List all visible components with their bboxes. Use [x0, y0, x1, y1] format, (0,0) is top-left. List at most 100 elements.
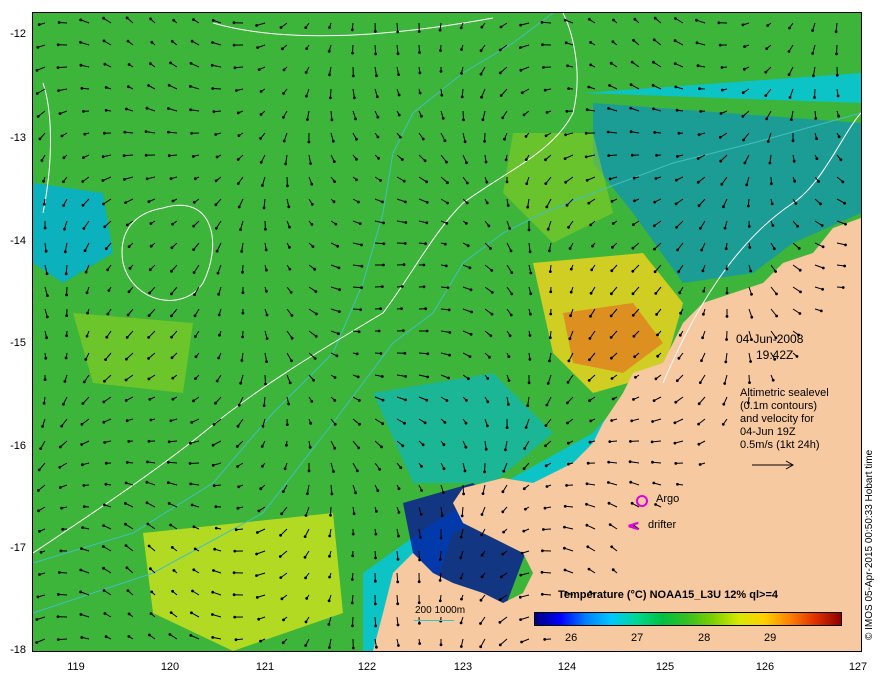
- velocity-arrow-head: [441, 491, 445, 494]
- velocity-arrow-head: [527, 228, 531, 232]
- velocity-arrow-head: [63, 227, 66, 231]
- velocity-arrow-head: [125, 566, 129, 570]
- velocity-arrow-head: [588, 358, 591, 362]
- velocity-arrow-head: [487, 224, 491, 228]
- velocity-arrow-head: [544, 134, 548, 138]
- velocity-arrow-head: [426, 375, 430, 379]
- velocity-arrow-head: [374, 52, 378, 56]
- velocity-arrow-head: [327, 599, 331, 603]
- velocity-arrow-head: [419, 512, 423, 516]
- velocity-arrow-head: [374, 624, 378, 628]
- velocity-arrow-head: [718, 135, 722, 139]
- velocity-arrow-head: [632, 176, 636, 180]
- velocity-arrow-head: [190, 503, 194, 507]
- velocity-arrow-head: [397, 487, 401, 491]
- velocity-arrow-head: [821, 287, 824, 291]
- velocity-arrow-head: [633, 199, 636, 203]
- velocity-arrow-head: [841, 180, 845, 184]
- velocity-arrow-head: [358, 422, 361, 426]
- velocity-arrow-head: [652, 38, 656, 42]
- velocity-arrow-head: [360, 243, 363, 247]
- velocity-arrow-head: [460, 597, 463, 601]
- argo-label: Argo: [656, 493, 680, 505]
- velocity-arrow-head: [815, 137, 818, 141]
- velocity-arrow-head: [541, 549, 544, 553]
- velocity-arrow-head: [673, 39, 677, 43]
- velocity-arrow-head: [469, 288, 473, 292]
- velocity-arrow-head: [563, 504, 567, 508]
- velocity-arrow-head: [723, 382, 727, 385]
- velocity-arrow-head: [490, 269, 494, 272]
- velocity-arrow-head: [236, 111, 240, 115]
- velocity-arrow-head: [290, 359, 293, 363]
- velocity-arrow-head: [465, 161, 468, 165]
- colorbar-tick: 26: [565, 632, 578, 644]
- velocity-arrow-head: [459, 26, 463, 30]
- velocity-arrow-head: [64, 272, 68, 276]
- velocity-arrow-head: [82, 380, 86, 384]
- velocity-arrow-head: [281, 641, 285, 645]
- velocity-arrow-head: [480, 533, 484, 537]
- velocity-arrow-head: [811, 52, 815, 55]
- velocity-arrow-head: [355, 137, 358, 141]
- velocity-arrow-head: [674, 400, 678, 404]
- velocity-arrow-head: [695, 41, 699, 45]
- velocity-scale-arrow: [752, 460, 795, 470]
- velocity-arrow-head: [381, 200, 384, 204]
- velocity-arrow-head: [652, 399, 656, 402]
- velocity-arrow-head: [234, 528, 238, 532]
- velocity-arrow-head: [375, 645, 378, 649]
- velocity-arrow-head: [568, 247, 572, 250]
- velocity-arrow-head: [43, 226, 47, 230]
- velocity-arrow-head: [544, 444, 547, 448]
- velocity-arrow-head: [101, 155, 105, 159]
- velocity-arrow-head: [170, 335, 174, 339]
- velocity-arrow-head: [169, 177, 173, 181]
- velocity-arrow-head: [278, 555, 282, 558]
- velocity-arrow-head: [127, 635, 131, 638]
- velocity-arrow-head: [607, 460, 611, 464]
- velocity-arrow-head: [125, 336, 129, 339]
- velocity-arrow-head: [304, 576, 307, 580]
- argo-marker-icon: [636, 495, 648, 507]
- velocity-arrow-head: [213, 547, 217, 551]
- velocity-arrow-head: [124, 378, 128, 382]
- velocity-arrow-head: [237, 134, 241, 137]
- velocity-arrow-head: [507, 403, 510, 406]
- velocity-arrow-head: [189, 85, 192, 88]
- velocity-arrow-head: [259, 113, 263, 116]
- velocity-arrow-head: [544, 182, 548, 186]
- velocity-arrow-head: [256, 46, 259, 49]
- velocity-arrow-head: [56, 615, 60, 619]
- velocity-arrow-head: [279, 576, 283, 579]
- velocity-arrow-head: [465, 398, 468, 402]
- velocity-arrow-head: [549, 290, 553, 294]
- velocity-arrow-head: [338, 310, 341, 313]
- velocity-arrow-head: [460, 514, 464, 518]
- velocity-arrow-head: [284, 162, 288, 166]
- velocity-arrow-head: [192, 200, 196, 204]
- velocity-arrow-head: [102, 524, 105, 527]
- velocity-arrow-head: [565, 203, 569, 207]
- velocity-arrow-head: [566, 421, 569, 425]
- velocity-arrow-head: [610, 545, 614, 549]
- altimetry-line: 04-Jun 19Z: [740, 426, 796, 438]
- velocity-arrow-head: [102, 16, 105, 20]
- velocity-arrow-head: [569, 314, 572, 318]
- velocity-arrow-head: [775, 314, 778, 318]
- velocity-arrow-head: [234, 638, 238, 642]
- velocity-arrow-head: [701, 269, 705, 273]
- velocity-arrow-head: [193, 293, 196, 296]
- velocity-arrow-head: [674, 17, 677, 20]
- velocity-arrow-head: [62, 156, 66, 160]
- velocity-arrow-head: [568, 337, 572, 341]
- velocity-arrow-head: [282, 68, 286, 72]
- velocity-arrow-head: [310, 223, 314, 226]
- velocity-arrow-head: [441, 116, 445, 120]
- velocity-arrow-head: [62, 204, 65, 207]
- velocity-arrow-head: [355, 469, 359, 473]
- velocity-arrow-head: [126, 39, 130, 43]
- velocity-arrow-head: [333, 399, 337, 402]
- velocity-arrow-head: [443, 242, 447, 246]
- velocity-arrow-head: [265, 360, 268, 363]
